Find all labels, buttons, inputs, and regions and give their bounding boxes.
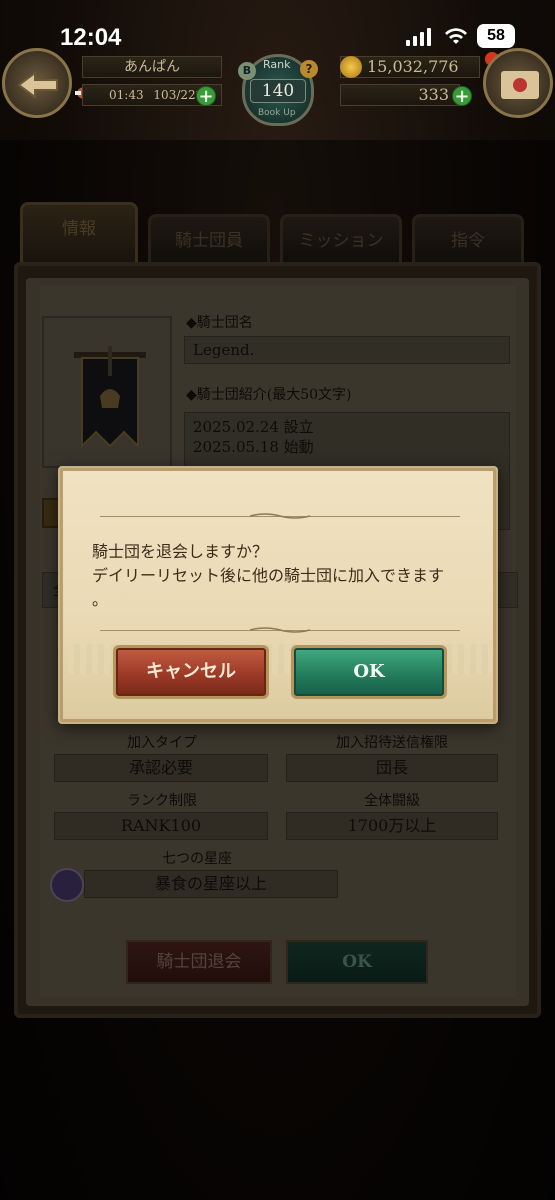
cancel-label: キャンセル	[146, 661, 236, 682]
rank-emblem[interactable]: B ? Rank 140 Book Up	[236, 46, 320, 130]
stamina-timer: 01:43	[109, 88, 144, 102]
dialog-message-line: 。	[92, 590, 109, 609]
dialog-message-line: 騎士団を退会しますか？	[92, 542, 269, 561]
rank-help-icon[interactable]: ?	[300, 60, 318, 78]
gold-coin-icon	[340, 56, 362, 78]
dialog-message: 騎士団を退会しますか？ デイリーリセット後に他の騎士団に加入できます 。	[92, 540, 482, 612]
ok-button[interactable]: OK	[294, 648, 444, 696]
gem-counter: 333	[340, 84, 460, 106]
wifi-icon	[445, 28, 467, 44]
cancel-button[interactable]: キャンセル	[116, 648, 266, 696]
back-arrow-icon	[17, 71, 58, 99]
add-stamina-button[interactable]: +	[196, 86, 216, 106]
top-hud: あんぱん 01:43 103/229 + B ? Rank 140 Book U…	[0, 44, 555, 134]
confirm-leave-dialog: 騎士団を退会しますか？ デイリーリセット後に他の騎士団に加入できます 。 キャン…	[58, 466, 498, 724]
mail-button[interactable]	[483, 48, 553, 118]
rank-label: Rank	[263, 58, 291, 71]
dialog-message-line: デイリーリセット後に他の騎士団に加入できます	[92, 566, 445, 585]
ornament-icon	[250, 513, 310, 519]
player-name: あんぱん	[82, 56, 222, 78]
wax-seal-icon	[513, 78, 527, 92]
ok-label: OK	[353, 661, 385, 682]
ornament-icon	[250, 627, 310, 633]
add-gems-button[interactable]: +	[452, 86, 472, 106]
rank-subtitle: Book Up	[258, 108, 296, 118]
rank-b-badge: B	[238, 62, 256, 80]
back-button[interactable]	[2, 48, 72, 118]
rank-value: 140	[250, 79, 306, 103]
